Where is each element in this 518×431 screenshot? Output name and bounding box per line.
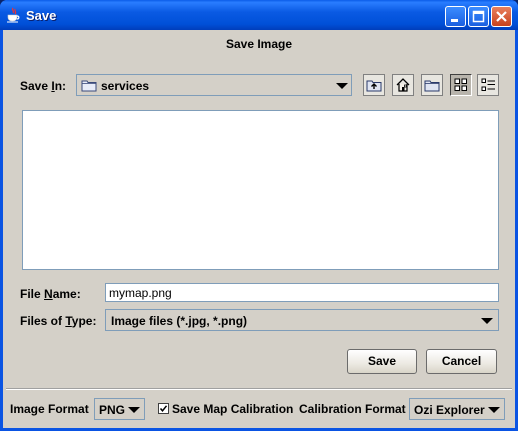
file-name-label: File Name: <box>20 287 81 301</box>
list-view-icon <box>454 78 467 91</box>
home-button[interactable] <box>392 74 414 96</box>
maximize-button[interactable] <box>468 6 489 27</box>
chevron-down-icon <box>128 407 140 413</box>
save-dialog: Save Save Image Save In: services File N… <box>0 0 518 431</box>
details-view-icon <box>481 78 495 91</box>
file-name-input[interactable]: mymap.png <box>105 283 499 302</box>
cancel-button[interactable]: Cancel <box>426 349 497 374</box>
files-of-type-value: Image files (*.jpg, *.png) <box>111 314 248 328</box>
chevron-down-icon <box>336 83 348 89</box>
new-folder-button[interactable] <box>421 74 443 96</box>
title-bar[interactable]: Save <box>0 0 518 30</box>
calibration-format-value: Ozi Explorer <box>414 403 485 417</box>
up-folder-icon <box>366 80 382 92</box>
save-map-calibration-checkbox[interactable] <box>158 403 169 414</box>
calibration-format-dropdown[interactable]: Ozi Explorer <box>409 398 505 420</box>
folder-icon <box>81 80 97 92</box>
checkmark-icon <box>159 405 168 412</box>
close-icon <box>496 11 507 22</box>
save-in-dropdown[interactable]: services <box>76 74 352 96</box>
minimize-button[interactable] <box>445 6 466 27</box>
dialog-heading: Save Image <box>225 37 293 51</box>
image-format-dropdown[interactable]: PNG <box>94 398 145 420</box>
calibration-format-label: Calibration Format <box>299 402 406 416</box>
details-view-button[interactable] <box>477 74 499 96</box>
java-cup-icon <box>6 7 20 23</box>
current-folder: services <box>101 79 150 93</box>
file-name-value: mymap.png <box>109 286 172 300</box>
file-list[interactable] <box>22 110 499 270</box>
image-format-label: Image Format <box>10 402 89 416</box>
save-button[interactable]: Save <box>347 349 417 374</box>
save-map-calibration-label: Save Map Calibration <box>172 402 294 416</box>
divider <box>6 388 512 390</box>
list-view-button[interactable] <box>450 74 472 96</box>
window-title: Save <box>26 8 57 23</box>
files-of-type-label: Files of Type: <box>20 314 97 328</box>
home-icon <box>396 78 410 92</box>
new-folder-icon <box>424 80 440 92</box>
image-format-value: PNG <box>99 403 126 417</box>
chevron-down-icon <box>481 318 493 324</box>
up-one-level-button[interactable] <box>363 74 385 96</box>
minimize-icon <box>451 19 458 22</box>
close-button[interactable] <box>491 6 512 27</box>
chevron-down-icon <box>488 407 500 413</box>
files-of-type-dropdown[interactable]: Image files (*.jpg, *.png) <box>105 309 499 331</box>
maximize-icon <box>472 10 485 23</box>
save-in-label: Save In: <box>20 79 67 93</box>
